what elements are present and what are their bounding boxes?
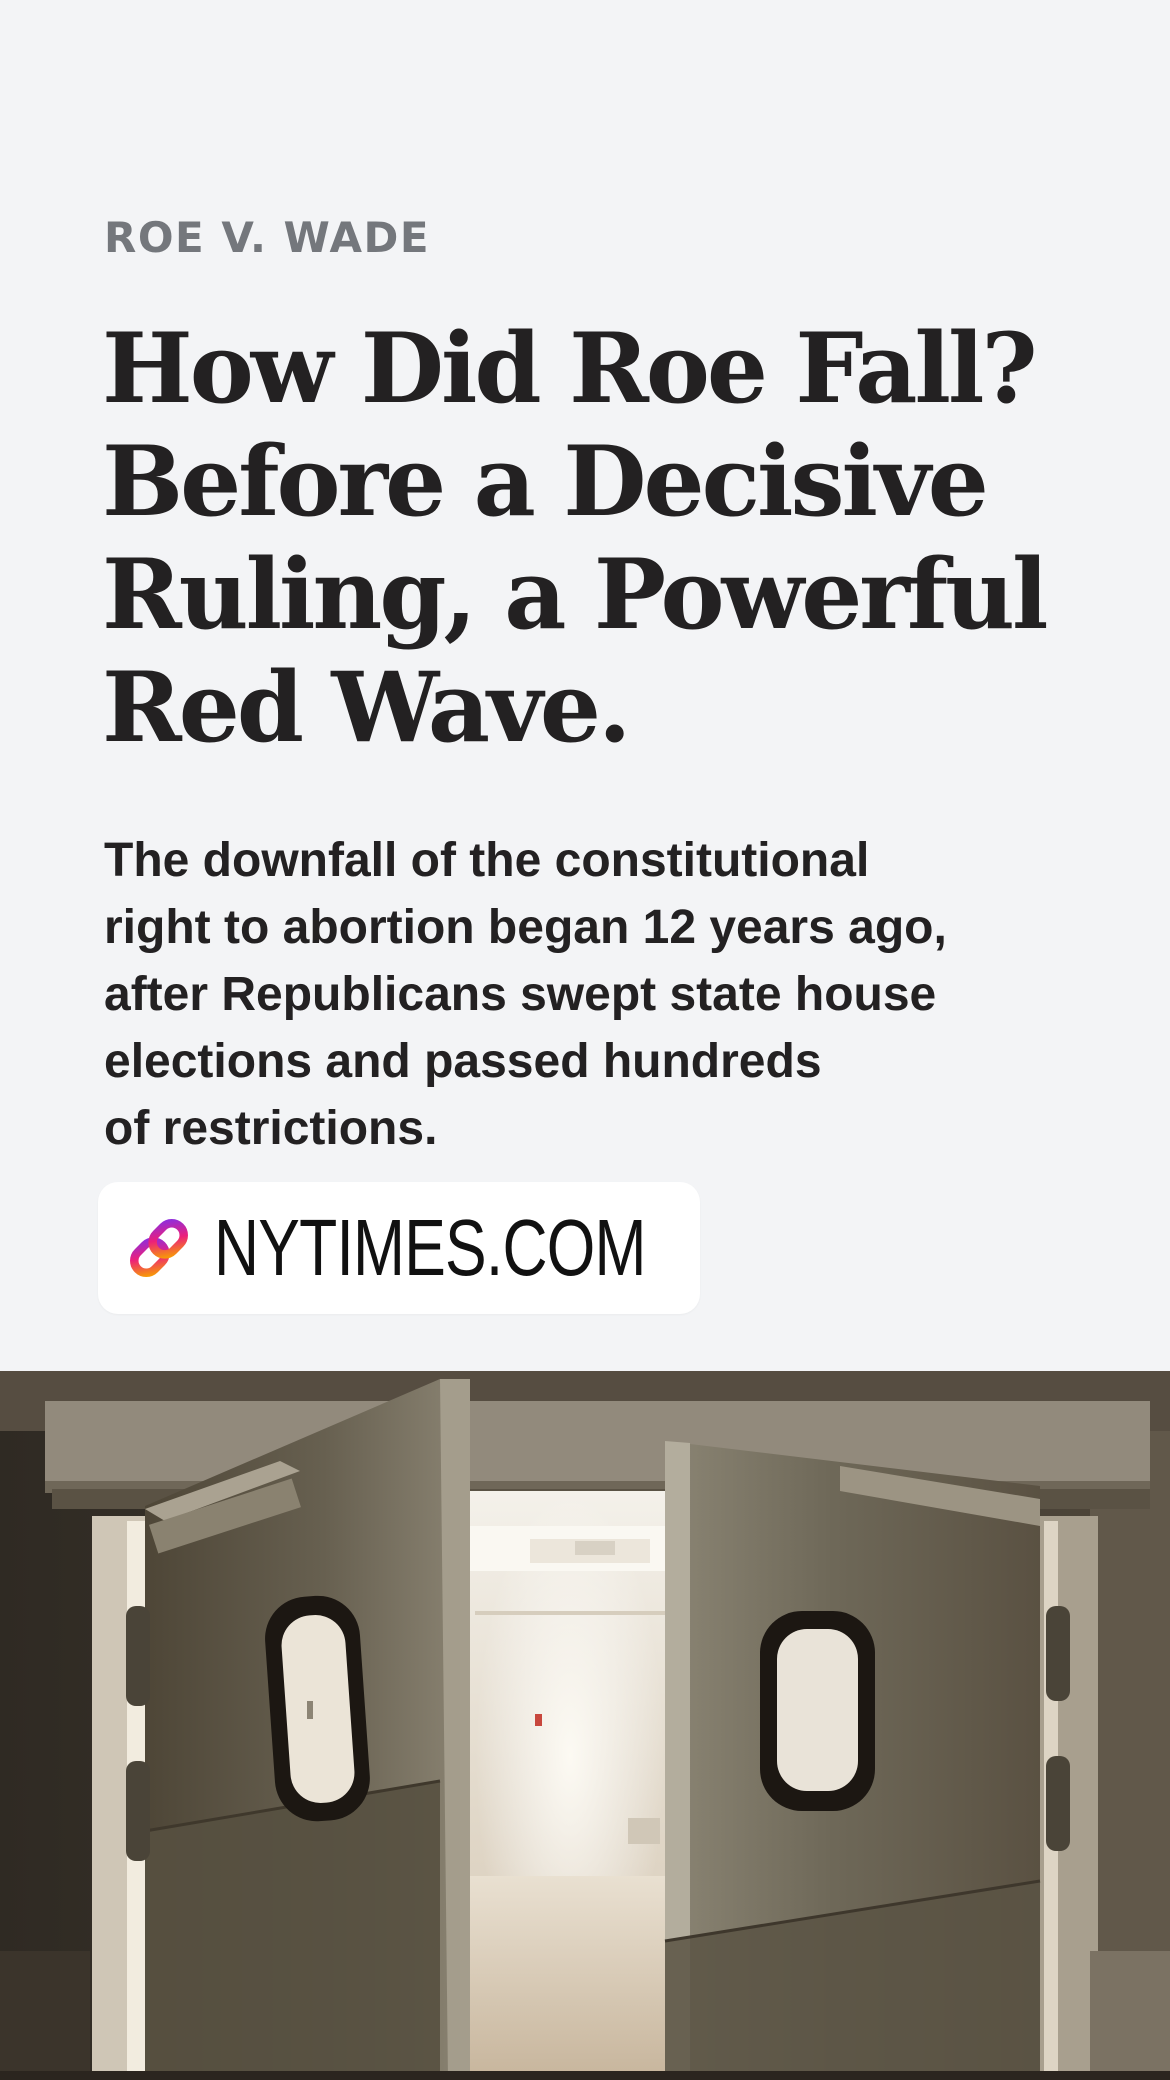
summary: The downfall of the constitutional right… bbox=[104, 827, 1104, 1162]
headline: How Did Roe Fall? Before a Decisive Ruli… bbox=[102, 312, 1102, 764]
summary-line: The downfall of the constitutional bbox=[104, 834, 870, 887]
story-card: ROE V. WADE How Did Roe Fall? Before a D… bbox=[0, 0, 1170, 1371]
summary-line: of restrictions. bbox=[104, 1102, 438, 1155]
summary-line: elections and passed hundreds bbox=[104, 1035, 822, 1088]
section-kicker: ROE V. WADE bbox=[104, 213, 431, 262]
swinging-doors-photo bbox=[0, 1371, 1170, 2080]
headline-line: Ruling, a Powerful bbox=[102, 538, 1048, 651]
link-icon bbox=[122, 1211, 196, 1285]
link-sticker[interactable]: NYTIMES.COM bbox=[98, 1182, 700, 1314]
summary-line: right to abortion began 12 years ago, bbox=[104, 901, 947, 954]
headline-line: How Did Roe Fall? bbox=[102, 312, 1038, 425]
link-url-label: NYTIMES.COM bbox=[214, 1203, 646, 1292]
headline-line: Red Wave. bbox=[102, 651, 631, 764]
article-photo bbox=[0, 1371, 1170, 2080]
headline-line: Before a Decisive bbox=[102, 425, 989, 538]
summary-line: after Republicans swept state house bbox=[104, 968, 937, 1021]
